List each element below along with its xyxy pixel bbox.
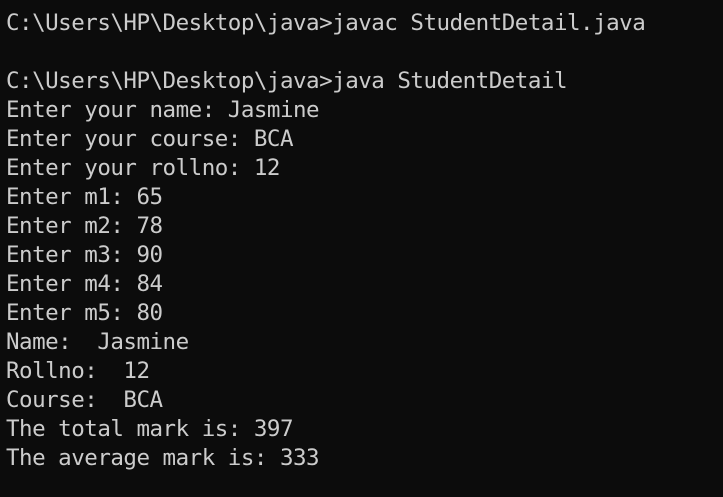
output-rollno: Rollno: 12	[6, 358, 150, 384]
prompt-m2: Enter m2: 78	[6, 213, 163, 239]
prompt-m1: Enter m1: 65	[6, 184, 163, 210]
command-line-javac: C:\Users\HP\Desktop\java>javac StudentDe…	[6, 10, 646, 36]
output-average-mark: The average mark is: 333	[6, 445, 320, 471]
prompt-m5: Enter m5: 80	[6, 300, 163, 326]
terminal-window[interactable]: C:\Users\HP\Desktop\java>javac StudentDe…	[0, 0, 723, 497]
prompt-m3: Enter m3: 90	[6, 242, 163, 268]
output-name: Name: Jasmine	[6, 329, 189, 355]
output-total-mark: The total mark is: 397	[6, 416, 294, 442]
prompt-m4: Enter m4: 84	[6, 271, 163, 297]
prompt-name: Enter your name: Jasmine	[6, 97, 320, 123]
prompt-course: Enter your course: BCA	[6, 126, 294, 152]
command-line-java: C:\Users\HP\Desktop\java>java StudentDet…	[6, 68, 567, 94]
output-course: Course: BCA	[6, 387, 163, 413]
prompt-rollno: Enter your rollno: 12	[6, 155, 280, 181]
